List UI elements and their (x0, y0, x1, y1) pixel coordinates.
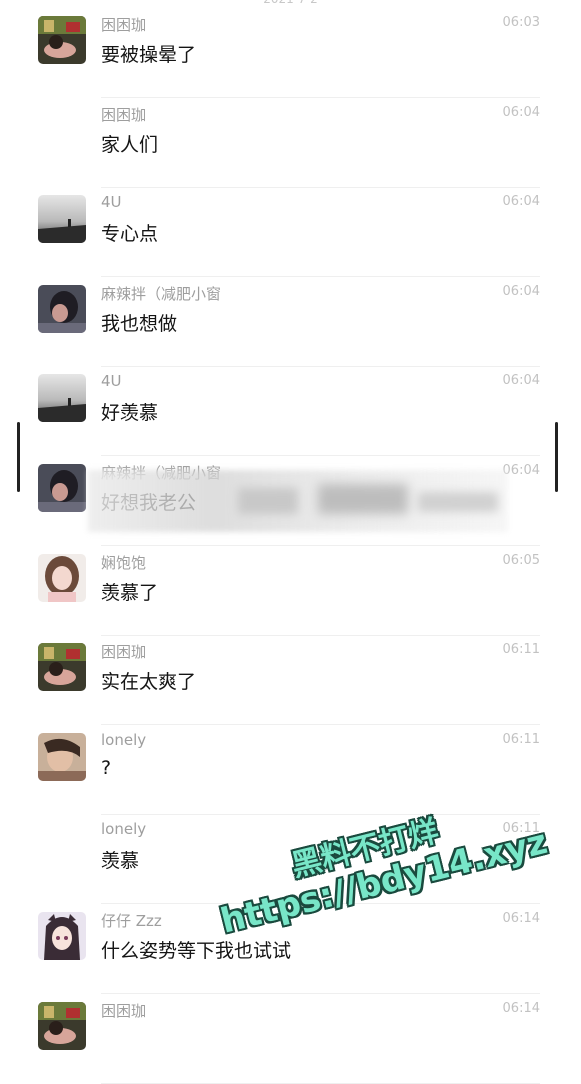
message-item[interactable]: 娴饱饱羡慕了 06:05 (0, 546, 581, 636)
message-text: 羡慕了 (101, 581, 159, 604)
message-time: 06:04 (502, 283, 540, 299)
message-time: 06:03 (502, 15, 540, 30)
avatar[interactable] (38, 732, 86, 781)
avatar[interactable] (38, 464, 86, 512)
sender-name: 困困珈 (101, 1001, 147, 1020)
message-text: 实在太爽了 (101, 671, 197, 694)
message-time: 06:11 (502, 642, 540, 658)
message-time: 06:05 (502, 552, 540, 568)
avatar[interactable] (38, 912, 86, 960)
message-item[interactable]: 困困珈实在太爽了 06:11 (0, 635, 581, 726)
message-item[interactable]: 困困珈 06:14 (0, 994, 581, 1084)
message-text: 专心点 (101, 223, 159, 246)
message-time: 06:11 (502, 731, 540, 747)
message-item[interactable]: 困困珈家人们 06:04 (0, 98, 581, 188)
avatar[interactable] (38, 643, 86, 692)
message-item[interactable]: 4U 专心点 06:04 (0, 187, 581, 278)
sender-name: 困困珈 (101, 105, 147, 124)
message-time: 06:04 (502, 463, 540, 478)
sender-name: 困困珈 (101, 643, 147, 662)
message-time: 06:14 (502, 911, 540, 926)
message-text: 好羡慕 (101, 402, 159, 425)
message-item[interactable]: 困困珈要被操晕了 06:03 (0, 8, 581, 98)
message-text: 要被操晕了 (101, 44, 197, 66)
message-text: ? (101, 756, 112, 779)
avatar[interactable] (38, 1001, 86, 1050)
message-time: 06:14 (502, 1000, 540, 1016)
message-time: 06:04 (502, 194, 540, 210)
sender-name: 仔仔 Zzz (101, 912, 162, 930)
divider (101, 1082, 540, 1084)
message-item[interactable]: 4U 好羡慕 06:04 (0, 366, 581, 457)
date-header: 2021-7-2 (0, 0, 581, 6)
avatar[interactable] (38, 284, 86, 333)
message-text: 羡慕 (101, 850, 140, 873)
avatar[interactable] (38, 374, 86, 423)
sender-name: lonely (101, 820, 147, 839)
message-text: 我也想做 (101, 312, 178, 335)
sender-name: 困困珈 (101, 16, 147, 34)
left-edge-handle (17, 422, 20, 492)
message-time: 06:04 (502, 104, 540, 120)
blurred-region (88, 470, 508, 532)
sender-name: 麻辣拌（减肥小窗 (101, 284, 222, 303)
sender-name: 4U (101, 193, 122, 212)
message-item[interactable]: 麻辣拌（减肥小窗我也想做 06:04 (0, 277, 581, 367)
message-text: 家人们 (101, 133, 159, 156)
avatar[interactable] (38, 16, 86, 64)
sender-name: lonely (101, 730, 147, 749)
sender-name: 4U (101, 372, 122, 391)
avatar[interactable] (38, 553, 86, 602)
avatar[interactable] (38, 195, 86, 244)
right-edge-handle (555, 422, 558, 492)
message-time: 06:04 (502, 373, 540, 389)
sender-name: 娴饱饱 (101, 553, 147, 572)
